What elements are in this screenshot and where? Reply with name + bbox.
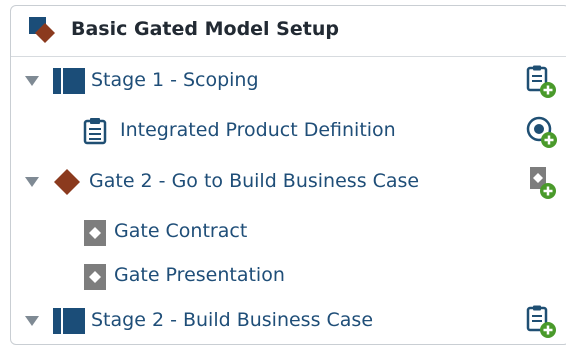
tree-row-gate-contract[interactable]: Gate Contract bbox=[11, 212, 566, 252]
tree-row-stage-2[interactable]: Stage 2 - Build Business Case bbox=[11, 301, 566, 341]
add-deliverable-icon[interactable] bbox=[524, 304, 560, 340]
tree-row-stage-1[interactable]: Stage 1 - Scoping bbox=[11, 61, 566, 101]
tree-row-gate-presentation[interactable]: Gate Presentation bbox=[11, 256, 566, 296]
gate-document-icon bbox=[84, 220, 106, 246]
caret-down-icon[interactable] bbox=[25, 75, 39, 87]
gate-diamond-icon bbox=[54, 169, 80, 195]
stage-block-icon bbox=[53, 68, 85, 94]
gate-2-label[interactable]: Gate 2 - Go to Build Business Case bbox=[89, 170, 419, 192]
add-gate-document-icon[interactable] bbox=[524, 165, 560, 201]
setup-panel: Basic Gated Model Setup Stage 1 - Scopin… bbox=[10, 5, 566, 345]
caret-down-icon[interactable] bbox=[25, 176, 39, 188]
add-deliverable-icon[interactable] bbox=[524, 64, 560, 100]
clipboard-icon bbox=[83, 118, 107, 145]
panel-header: Basic Gated Model Setup bbox=[11, 6, 566, 57]
tree-row-integrated-product-definition[interactable]: Integrated Product Definition bbox=[11, 111, 566, 151]
gate-document-icon bbox=[84, 264, 106, 290]
stage-2-label[interactable]: Stage 2 - Build Business Case bbox=[91, 309, 373, 331]
gate-contract-label[interactable]: Gate Contract bbox=[114, 220, 247, 242]
tree-row-gate-2[interactable]: Gate 2 - Go to Build Business Case bbox=[11, 162, 566, 202]
gate-presentation-label[interactable]: Gate Presentation bbox=[114, 264, 285, 286]
caret-down-icon[interactable] bbox=[25, 315, 39, 327]
add-target-icon[interactable] bbox=[524, 114, 560, 150]
stage-block-icon bbox=[53, 308, 85, 334]
page-title: Basic Gated Model Setup bbox=[71, 18, 339, 40]
gate-diamond-icon bbox=[29, 17, 55, 43]
deliverable-label[interactable]: Integrated Product Definition bbox=[120, 119, 396, 141]
stage-1-label[interactable]: Stage 1 - Scoping bbox=[91, 69, 259, 91]
